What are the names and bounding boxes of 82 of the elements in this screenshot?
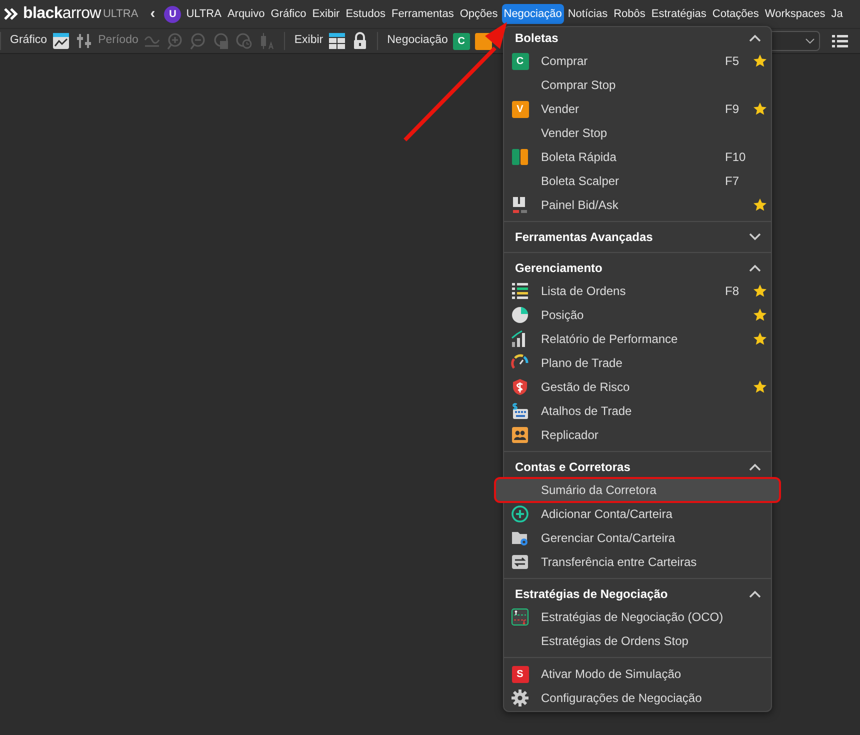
menu-item[interactable]: Relatório de Performance (504, 327, 771, 351)
menu-item[interactable]: V Vender F9 (504, 97, 771, 121)
letter-badge-icon: S (512, 666, 528, 682)
logo-icon (4, 7, 20, 21)
menu-item[interactable]: Cotações (710, 4, 761, 24)
menu-item[interactable]: Comprar Stop (504, 73, 771, 97)
brand-logo: blackarrow (23, 4, 101, 24)
shortcut-label: F7 (725, 173, 740, 190)
menu-item[interactable]: Atalhos de Trade (504, 399, 771, 423)
menu-item[interactable]: Sumário da Corretora (495, 478, 780, 502)
menu-item[interactable]: Negociação (502, 4, 564, 24)
menu-item[interactable]: Estratégias de Ordens Stop (504, 629, 771, 653)
letter-badge-icon: V (512, 100, 528, 118)
menu-item[interactable]: Gráfico (268, 4, 308, 24)
menu-item[interactable]: Gerenciar Conta/Carteira (504, 526, 771, 550)
menu-item[interactable]: Transferência entre Carteiras (504, 550, 771, 574)
grid-layout-icon[interactable] (328, 32, 346, 50)
menu-item[interactable]: Workspaces (762, 4, 828, 24)
chevron-down-icon[interactable] (749, 233, 761, 241)
shortcut-label: F10 (725, 149, 747, 166)
shortcut-label: F5 (725, 53, 740, 70)
people-icon (511, 426, 529, 444)
split-block-icon (511, 148, 529, 166)
plus-circle-icon (511, 505, 529, 523)
chevron-up-icon[interactable] (749, 34, 761, 42)
menu-item[interactable]: Boleta Scalper F7 (504, 169, 771, 193)
chevron-up-icon[interactable] (749, 590, 761, 598)
menu-item[interactable]: Ja (829, 4, 845, 24)
gear-icon (511, 689, 529, 707)
menu-item[interactable]: ULTRA (184, 4, 224, 24)
trade-button[interactable] (474, 32, 492, 50)
menu-item[interactable]: Estratégias (649, 4, 708, 24)
menu-item[interactable]: C Comprar F5 (504, 49, 771, 73)
menu-item[interactable]: Arquivo (225, 4, 267, 24)
chevron-up-icon[interactable] (749, 463, 761, 471)
menu-item[interactable]: Adicionar Conta/Carteira (504, 502, 771, 526)
keyboard-icon (511, 402, 529, 420)
chart-icon[interactable] (52, 32, 70, 50)
chevron-down-icon (805, 38, 815, 44)
section-header[interactable]: Boletas (515, 31, 558, 45)
menu-item[interactable]: Boleta Rápida F10 (504, 145, 771, 169)
toolbar-label: Exibir (294, 33, 324, 48)
shield-icon (511, 378, 529, 396)
menu-item[interactable]: Lista de Ordens F8 (504, 279, 771, 303)
back-button[interactable]: ‹ (150, 2, 156, 26)
list-icon[interactable] (832, 34, 848, 48)
section-header[interactable]: Gerenciamento (515, 261, 602, 275)
toolbar-label: Negociação (387, 33, 448, 48)
edition-label: ULTRA (102, 6, 138, 22)
section-header[interactable]: Ferramentas Avançadas (515, 230, 653, 244)
shortcut-label: F8 (725, 283, 740, 300)
menu-item[interactable]: S Ativar Modo de Simulação (504, 662, 771, 686)
menu-item[interactable]: Vender Stop (504, 121, 771, 145)
trade-button[interactable]: C (452, 32, 470, 50)
toolbar-label: Período (98, 33, 138, 48)
toolbar-label: Gráfico (10, 33, 48, 48)
transfer-icon (511, 553, 529, 571)
edition-badge: U (164, 6, 182, 22)
menu-item[interactable]: Estratégias de Negociação (OCO) (504, 605, 771, 629)
menu-item[interactable]: Plano de Trade (504, 351, 771, 375)
chevron-up-icon[interactable] (749, 264, 761, 272)
folder-gear-icon (511, 529, 529, 547)
menu-item[interactable]: Posição (504, 303, 771, 327)
section-header[interactable]: Contas e Corretoras (515, 460, 630, 474)
menu-item[interactable]: Opções (458, 4, 500, 24)
letter-badge-icon: C (512, 52, 528, 70)
section-header[interactable]: Estratégias de Negociação (515, 587, 668, 601)
list-icon (511, 282, 529, 300)
strategy-icon (511, 608, 529, 626)
menu-item[interactable]: Estudos (344, 4, 388, 24)
sliders-icon[interactable] (75, 32, 94, 50)
panel-icon (511, 196, 529, 214)
pie-chart-icon (511, 306, 529, 324)
menu-item[interactable]: Gestão de Risco (504, 375, 771, 399)
menu-item[interactable]: Robôs (612, 4, 648, 24)
menu-item[interactable]: Configurações de Negociação (504, 686, 771, 710)
menu-item[interactable]: Ferramentas (389, 4, 456, 24)
shortcut-label: F9 (725, 101, 740, 118)
menu-item[interactable]: Painel Bid/Ask (504, 193, 771, 217)
menu-item[interactable]: Notícias (566, 4, 610, 24)
menu-item[interactable]: Replicador (504, 423, 771, 447)
menu-item[interactable]: Exibir (310, 4, 342, 24)
